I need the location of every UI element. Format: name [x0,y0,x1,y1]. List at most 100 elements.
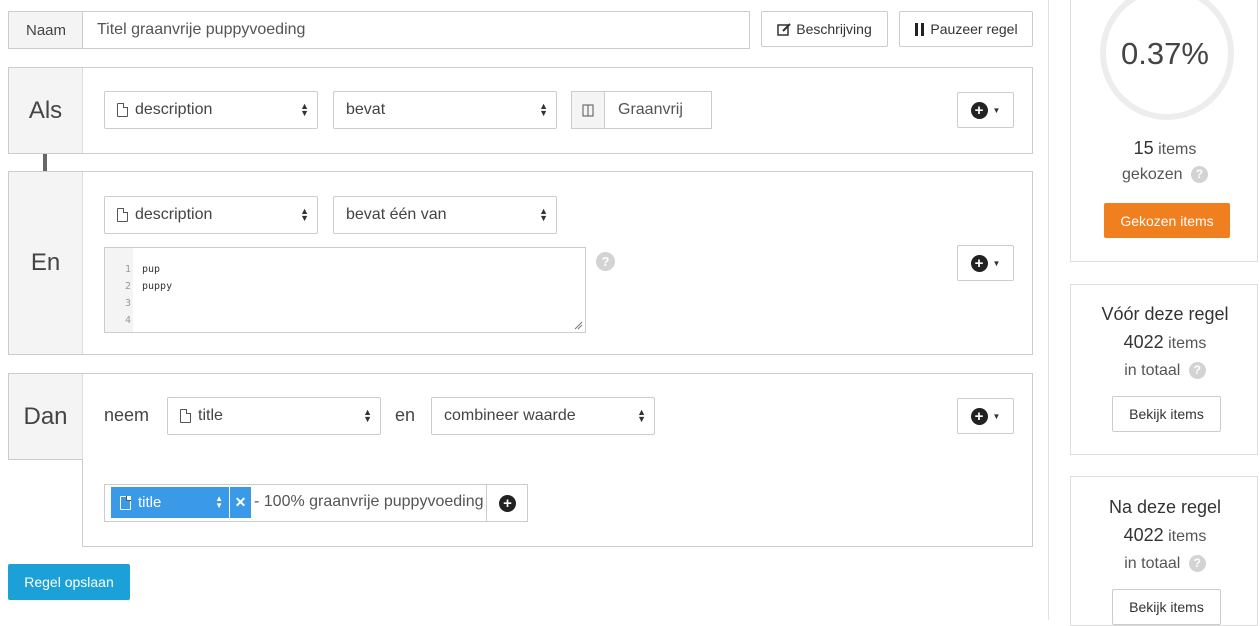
resize-handle-icon[interactable] [574,321,583,330]
dan-action-select[interactable]: combineer waarde ▲ ▼ [431,397,655,435]
dan-add-action-button[interactable]: + ▼ [957,398,1014,434]
question-icon[interactable]: ? [1188,555,1206,572]
before-count: 4022 [1123,332,1164,352]
updown-icon: ▲ ▼ [300,206,309,223]
close-icon: ✕ [234,494,247,510]
plus-circle-icon: + [499,494,516,512]
dan-label: Dan [9,374,83,459]
en-connector-label: en [395,405,416,425]
combine-field-value: title [138,494,162,511]
combine-field-tag[interactable]: title ▲ ▼ [111,487,229,518]
document-icon [180,409,191,423]
en-label: En [9,172,83,354]
combine-add-button[interactable]: + [486,484,528,522]
plus-circle-icon: + [970,101,988,119]
pause-icon [915,22,925,36]
question-icon[interactable]: ? [596,252,615,271]
save-rule-button-label: Regel opslaan [24,574,114,590]
chosen-items-button[interactable]: Gekozen items [1104,203,1230,238]
name-label-box: Naam [8,11,83,49]
als-operator-select[interactable]: bevat ▲ ▼ [333,91,557,129]
before-view-items-label: Bekijk items [1129,406,1204,422]
updown-icon: ▲ ▼ [300,101,309,118]
chosen-items-word: items [1158,141,1197,158]
chosen-count-line: 15 items [1071,138,1259,159]
als-label: Als [9,68,83,153]
connector-line [43,154,47,171]
description-button[interactable]: Beschrijving [761,11,888,47]
after-title: Na deze regel [1108,497,1222,517]
percentage-value: 0.37% [1121,36,1209,71]
line-text: puppy [142,281,173,292]
als-field-select[interactable]: description ▲ ▼ [104,91,318,129]
textarea-line: 4 [105,312,585,329]
before-title: Vóór deze regel [1101,304,1229,324]
textarea-line: 3 [105,295,585,312]
after-view-items-label: Bekijk items [1129,599,1204,615]
plus-circle-icon: + [970,254,988,272]
before-items-word: items [1168,335,1207,352]
als-value-addon[interactable] [571,91,605,129]
after-count: 4022 [1123,525,1164,545]
chosen-stats-panel: 0.37% 15 items gekozen ? Gekozen items [1070,0,1258,262]
before-rule-panel: Vóór deze regel 4022 items in totaal ? B… [1070,284,1258,455]
en-add-condition-button[interactable]: + ▼ [957,245,1014,281]
caret-down-icon: ▼ [992,258,1001,268]
plus-circle-icon: + [970,407,988,425]
updown-icon: ▲ ▼ [539,101,548,118]
caret-down-icon: ▼ [992,411,1001,421]
updown-icon: ▲ ▼ [637,407,646,424]
textarea-line: 2 puppy [105,278,585,295]
columns-icon [582,104,594,116]
document-icon [117,208,128,222]
question-icon[interactable]: ? [1190,166,1208,183]
als-value-input[interactable]: Graanvrij [604,91,712,129]
als-value-text: Graanvrij [618,101,683,118]
before-view-items-button[interactable]: Bekijk items [1112,396,1221,432]
line-number: 4 [124,315,131,326]
updown-icon: ▲ ▼ [539,206,548,223]
en-operator-value: bevat één van [346,206,447,223]
before-count-line: 4022 items [1071,332,1259,353]
dan-field-select[interactable]: title ▲ ▼ [167,397,381,435]
en-field-select[interactable]: description ▲ ▼ [104,196,318,234]
als-add-condition-button[interactable]: + ▼ [957,92,1014,128]
line-number: 1 [124,264,131,275]
combine-suffix-text: - 100% graanvrije puppyvoeding [254,493,484,510]
dan-action-value: combineer waarde [444,407,576,424]
remove-field-button[interactable]: ✕ [230,487,251,518]
question-icon[interactable]: ? [1188,362,1206,379]
chosen-label: gekozen [1122,166,1183,183]
neem-label: neem [104,405,150,425]
chosen-label-line: gekozen ? [1071,166,1259,184]
chosen-count: 15 [1133,138,1154,158]
after-count-line: 4022 items [1071,525,1259,546]
after-items-word: items [1168,528,1207,545]
before-total-line: in totaal ? [1071,362,1259,380]
en-field-value: description [135,206,213,223]
after-total: in totaal [1124,555,1181,572]
save-rule-button[interactable]: Regel opslaan [8,564,130,600]
updown-icon: ▲ ▼ [215,494,223,510]
document-icon [117,103,128,117]
combine-suffix-input[interactable]: - 100% graanvrije puppyvoeding [254,493,483,511]
line-text: pup [142,264,161,275]
updown-icon: ▲ ▼ [363,407,372,424]
caret-down-icon: ▼ [992,105,1001,115]
textarea-line: 1 pup [105,261,585,278]
textarea-lines: 1 pup 2 puppy 3 4 [105,261,585,329]
pause-rule-button-label: Pauzeer regel [930,21,1018,37]
after-rule-panel: Na deze regel 4022 items in totaal ? Bek… [1070,476,1258,626]
chosen-items-button-label: Gekozen items [1120,212,1214,229]
column-divider [1048,0,1049,620]
en-operator-select[interactable]: bevat één van ▲ ▼ [333,196,557,234]
after-total-line: in totaal ? [1071,555,1259,573]
before-total: in totaal [1124,362,1181,379]
edit-icon [777,22,791,36]
name-input-value: Titel graanvrije puppyvoeding [97,21,306,38]
dan-field-value: title [198,407,223,424]
name-input[interactable]: Titel graanvrije puppyvoeding [82,11,750,49]
pause-rule-button[interactable]: Pauzeer regel [899,11,1033,47]
en-values-textarea[interactable]: 1 pup 2 puppy 3 4 [104,247,586,333]
als-operator-value: bevat [346,101,386,118]
